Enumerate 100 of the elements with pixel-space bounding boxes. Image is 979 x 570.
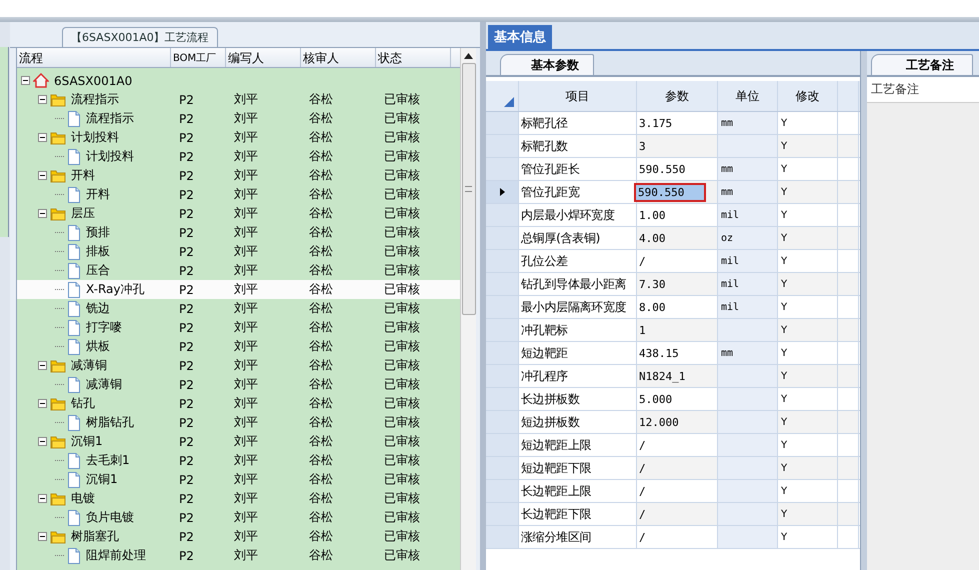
tree-row[interactable]: 层压 P2 刘平 谷松 已审核: [17, 204, 460, 223]
node-label: 阻焊前处理: [86, 547, 146, 564]
scroll-thumb[interactable]: [462, 63, 476, 315]
tree-row[interactable]: 压合 P2 刘平 谷松 已审核: [17, 261, 460, 280]
status-text: 已审核: [384, 300, 420, 317]
table-cell[interactable]: /: [637, 457, 718, 479]
table-cell[interactable]: 4.00: [637, 227, 718, 249]
tree-row[interactable]: 减薄铜 P2 刘平 谷松 已审核: [17, 356, 460, 375]
collapse-icon[interactable]: [38, 437, 47, 446]
status-text: 已审核: [384, 338, 420, 355]
node-label: 6SASX001A0: [54, 74, 132, 88]
plant-text: P2: [179, 150, 194, 164]
tree-row[interactable]: 流程指示 P2 刘平 谷松 已审核: [17, 109, 460, 128]
notes-tab[interactable]: 工艺备注: [871, 54, 973, 75]
table-cell[interactable]: 5.000: [637, 388, 718, 410]
collapse-icon[interactable]: [38, 399, 47, 408]
tree-row[interactable]: 阻焊前处理 P2 刘平 谷松 已审核: [17, 546, 460, 565]
tree-row[interactable]: X-Ray冲孔 P2 刘平 谷松 已审核: [17, 280, 460, 299]
document-icon: [67, 244, 81, 260]
column-header[interactable]: 状态: [376, 48, 451, 67]
table-cell[interactable]: N1824_1: [637, 365, 718, 387]
table-cell[interactable]: 3: [637, 135, 718, 157]
table-cell[interactable]: 3.175: [637, 112, 718, 134]
table-cell[interactable]: 12.000: [637, 411, 718, 433]
tree-row[interactable]: 铣边 P2 刘平 谷松 已审核: [17, 299, 460, 318]
plant-text: P2: [179, 378, 194, 392]
reviewer-text: 谷松: [309, 547, 333, 564]
table-cell[interactable]: 438.15: [637, 342, 718, 364]
plant-text: P2: [179, 226, 194, 240]
column-header[interactable]: 编写人: [226, 48, 301, 67]
table-cell[interactable]: 590.550: [637, 158, 718, 180]
tree-row[interactable]: 减薄铜 P2 刘平 谷松 已审核: [17, 375, 460, 394]
collapse-icon[interactable]: [38, 171, 47, 180]
tree-row[interactable]: 烘板 P2 刘平 谷松 已审核: [17, 337, 460, 356]
tree-row[interactable]: 沉铜1 P2 刘平 谷松 已审核: [17, 432, 460, 451]
tree-row[interactable]: 沉铜1 P2 刘平 谷松 已审核: [17, 470, 460, 489]
table-cell: 管位孔距长: [519, 158, 637, 180]
tree-row[interactable]: 流程指示 P2 刘平 谷松 已审核: [17, 90, 460, 109]
plant-text: P2: [179, 188, 194, 202]
tree-row[interactable]: 电镀 P2 刘平 谷松 已审核: [17, 489, 460, 508]
tree-row[interactable]: 去毛刺1 P2 刘平 谷松 已审核: [17, 451, 460, 470]
table-cell[interactable]: 7.30: [637, 273, 718, 295]
reviewer-text: 谷松: [309, 205, 333, 222]
table-cell[interactable]: /: [637, 503, 718, 525]
tree-row[interactable]: 计划投料 P2 刘平 谷松 已审核: [17, 147, 460, 166]
params-tab[interactable]: 基本参数: [500, 54, 594, 75]
table-cell[interactable]: 590.550: [637, 181, 718, 203]
info-tab[interactable]: 基本信息: [488, 25, 552, 49]
reviewer-text: 谷松: [309, 110, 333, 127]
tree-row[interactable]: 开料 P2 刘平 谷松 已审核: [17, 185, 460, 204]
collapse-icon[interactable]: [38, 361, 47, 370]
column-header[interactable]: 流程: [17, 48, 171, 67]
plant-text: P2: [179, 548, 194, 562]
reviewer-text: 谷松: [309, 509, 333, 526]
table-cell[interactable]: /: [637, 250, 718, 272]
tree-row[interactable]: 6SASX001A0: [17, 71, 460, 90]
collapse-icon[interactable]: [38, 95, 47, 104]
plant-text: P2: [179, 492, 194, 506]
table-cell: 冲孔程序: [519, 365, 637, 387]
table-cell[interactable]: 8.00: [637, 296, 718, 318]
tree-row[interactable]: 预排 P2 刘平 谷松 已审核: [17, 223, 460, 242]
table-cell[interactable]: /: [637, 434, 718, 456]
table-cell[interactable]: /: [637, 526, 718, 548]
row-header[interactable]: [486, 181, 519, 203]
tree-row[interactable]: 开料 P2 刘平 谷松 已审核: [17, 166, 460, 185]
tree-row[interactable]: 树脂塞孔 P2 刘平 谷松 已审核: [17, 527, 460, 546]
scroll-up-icon[interactable]: [464, 53, 474, 59]
plant-text: P2: [179, 130, 194, 144]
author-text: 刘平: [234, 547, 258, 564]
plant-text: P2: [179, 92, 194, 106]
table-cell: Y: [778, 411, 838, 433]
table-cell: mm: [718, 112, 778, 134]
tree-row[interactable]: 计划投料 P2 刘平 谷松 已审核: [17, 128, 460, 147]
table-cell: 短边靶距上限: [519, 434, 637, 456]
table-cell[interactable]: /: [637, 480, 718, 502]
tree-row[interactable]: 钻孔 P2 刘平 谷松 已审核: [17, 394, 460, 413]
table-cell[interactable]: 1.00: [637, 204, 718, 226]
collapse-icon[interactable]: [21, 76, 30, 85]
table-cell[interactable]: 1: [637, 319, 718, 341]
table-cell: mil: [718, 296, 778, 318]
collapse-icon[interactable]: [38, 494, 47, 503]
collapse-icon[interactable]: [38, 532, 47, 541]
status-text: 已审核: [384, 433, 420, 450]
column-header[interactable]: 核审人: [301, 48, 376, 67]
tree-row[interactable]: 树脂钻孔 P2 刘平 谷松 已审核: [17, 413, 460, 432]
column-header[interactable]: BOM工厂: [171, 48, 226, 67]
table-cell: 管位孔距宽: [519, 181, 637, 203]
tree-row[interactable]: 打字嘜 P2 刘平 谷松 已审核: [17, 318, 460, 337]
table-cell: 短边拼板数: [519, 411, 637, 433]
table-cell: oz: [718, 227, 778, 249]
collapse-icon[interactable]: [38, 133, 47, 142]
scrollbar[interactable]: [460, 48, 476, 570]
plant-text: P2: [179, 244, 194, 258]
tree-row[interactable]: 排板 P2 刘平 谷松 已审核: [17, 242, 460, 261]
author-text: 刘平: [234, 110, 258, 127]
status-text: 已审核: [384, 509, 420, 526]
reviewer-text: 谷松: [309, 262, 333, 279]
node-label: 流程指示: [86, 110, 134, 127]
tree-row[interactable]: 负片电镀 P2 刘平 谷松 已审核: [17, 508, 460, 527]
collapse-icon[interactable]: [38, 209, 47, 218]
